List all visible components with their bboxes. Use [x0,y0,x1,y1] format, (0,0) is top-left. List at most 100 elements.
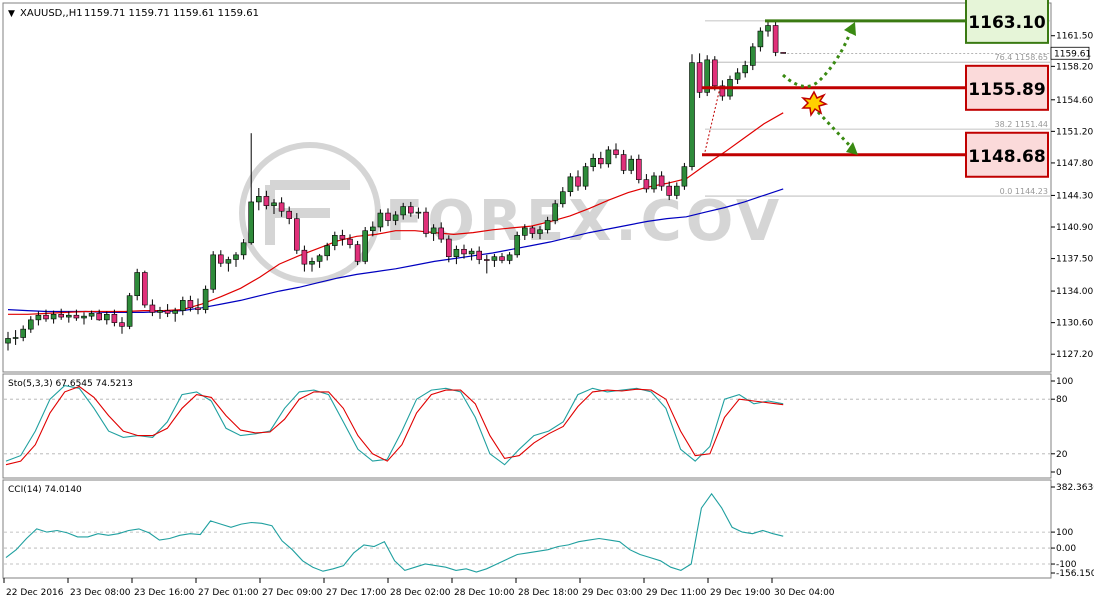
bearish-candle[interactable] [597,157,604,165]
bearish-candle[interactable] [111,313,118,323]
bullish-candle[interactable] [180,300,186,311]
bearish-candle[interactable] [58,313,65,318]
bearish-candle[interactable] [187,300,194,309]
bearish-candle[interactable] [643,179,650,190]
bullish-candle[interactable] [544,220,551,231]
bearish-candle[interactable] [483,259,490,261]
bullish-candle[interactable] [202,288,209,310]
bullish-candle[interactable] [673,185,680,196]
bearish-candle[interactable] [347,238,353,245]
bullish-candle[interactable] [316,255,323,262]
bearish-candle[interactable] [293,218,300,251]
bullish-candle[interactable] [66,314,72,318]
bearish-candle[interactable] [423,211,429,234]
bullish-candle[interactable] [400,206,407,216]
bullish-candle[interactable] [757,30,764,48]
bearish-candle[interactable] [772,25,779,53]
bullish-candle[interactable] [742,65,749,74]
bearish-candle[interactable] [407,206,414,214]
bullish-candle[interactable] [765,25,771,32]
bullish-candle[interactable] [126,295,133,327]
bullish-candle[interactable] [377,212,384,228]
bullish-candle[interactable] [681,166,688,187]
bullish-candle[interactable] [605,149,612,165]
bullish-candle[interactable] [240,242,247,256]
bullish-candle[interactable] [468,250,475,255]
bullish-candle[interactable] [324,245,331,257]
bullish-candle[interactable] [81,315,87,319]
bullish-candle[interactable] [12,337,19,339]
bullish-candle[interactable] [27,319,34,330]
bullish-candle[interactable] [35,314,42,321]
bearish-candle[interactable] [658,175,665,187]
bullish-candle[interactable] [689,62,695,167]
bearish-candle[interactable] [780,52,787,54]
bullish-candle[interactable] [5,338,11,344]
bearish-candle[interactable] [354,244,361,262]
bearish-candle[interactable] [696,62,703,93]
bullish-candle[interactable] [392,214,399,221]
bullish-candle[interactable] [749,46,756,66]
bullish-candle[interactable] [453,248,460,258]
bearish-candle[interactable] [529,227,536,234]
bearish-candle[interactable] [445,238,452,258]
bullish-candle[interactable] [415,211,422,214]
bullish-candle[interactable] [248,201,254,244]
bullish-candle[interactable] [537,229,543,234]
bullish-candle[interactable] [309,261,315,265]
bearish-candle[interactable] [620,154,627,171]
bullish-candle[interactable] [331,235,338,246]
bearish-candle[interactable] [301,249,308,265]
bearish-candle[interactable] [385,212,391,221]
bearish-candle[interactable] [218,254,224,264]
bullish-candle[interactable] [590,157,597,167]
bearish-candle[interactable] [339,235,346,240]
bullish-candle[interactable] [172,310,178,314]
cci-pane[interactable] [2,479,1052,579]
bearish-candle[interactable] [164,310,171,314]
bearish-candle[interactable] [286,210,293,219]
bullish-candle[interactable] [104,313,110,321]
bearish-candle[interactable] [575,176,581,187]
chart-canvas[interactable]: FOREX.COV 76.4 1158.65 38.2 1151.44 0.0 11… [0,0,1094,605]
bullish-candle[interactable] [514,235,521,256]
bullish-candle[interactable] [628,158,635,171]
bullish-candle[interactable] [552,203,559,221]
bearish-candle[interactable] [613,149,619,155]
bullish-candle[interactable] [157,310,163,313]
bearish-candle[interactable] [476,250,483,260]
bullish-candle[interactable] [521,227,528,236]
bullish-candle[interactable] [271,202,277,206]
chart-header-arrow-icon[interactable]: ▼ [8,9,15,19]
stochastic-pane[interactable] [2,373,1052,479]
bullish-candle[interactable] [50,313,57,320]
bullish-candle[interactable] [88,313,95,317]
bearish-candle[interactable] [149,304,156,313]
bullish-candle[interactable] [225,259,232,264]
bearish-candle[interactable] [73,314,80,319]
bullish-candle[interactable] [559,191,566,205]
bearish-candle[interactable] [195,307,201,310]
bullish-candle[interactable] [567,176,574,193]
bearish-candle[interactable] [438,227,445,240]
bullish-candle[interactable] [651,175,657,190]
bullish-candle[interactable] [430,227,437,234]
bullish-candle[interactable] [20,328,27,338]
bullish-candle[interactable] [255,196,262,203]
bearish-candle[interactable] [142,272,148,306]
bearish-candle[interactable] [666,185,673,196]
bearish-candle[interactable] [499,256,505,261]
bullish-candle[interactable] [369,226,376,232]
bullish-candle[interactable] [134,272,140,297]
bearish-candle[interactable] [278,202,285,212]
bullish-candle[interactable] [210,254,216,290]
bearish-candle[interactable] [711,59,718,87]
bearish-candle[interactable] [43,314,49,320]
bullish-candle[interactable] [491,256,498,261]
bullish-candle[interactable] [362,230,369,262]
bullish-candle[interactable] [233,254,239,260]
bearish-candle[interactable] [96,313,102,321]
bearish-candle[interactable] [263,196,270,206]
bearish-candle[interactable] [461,248,467,255]
bearish-candle[interactable] [119,322,125,327]
